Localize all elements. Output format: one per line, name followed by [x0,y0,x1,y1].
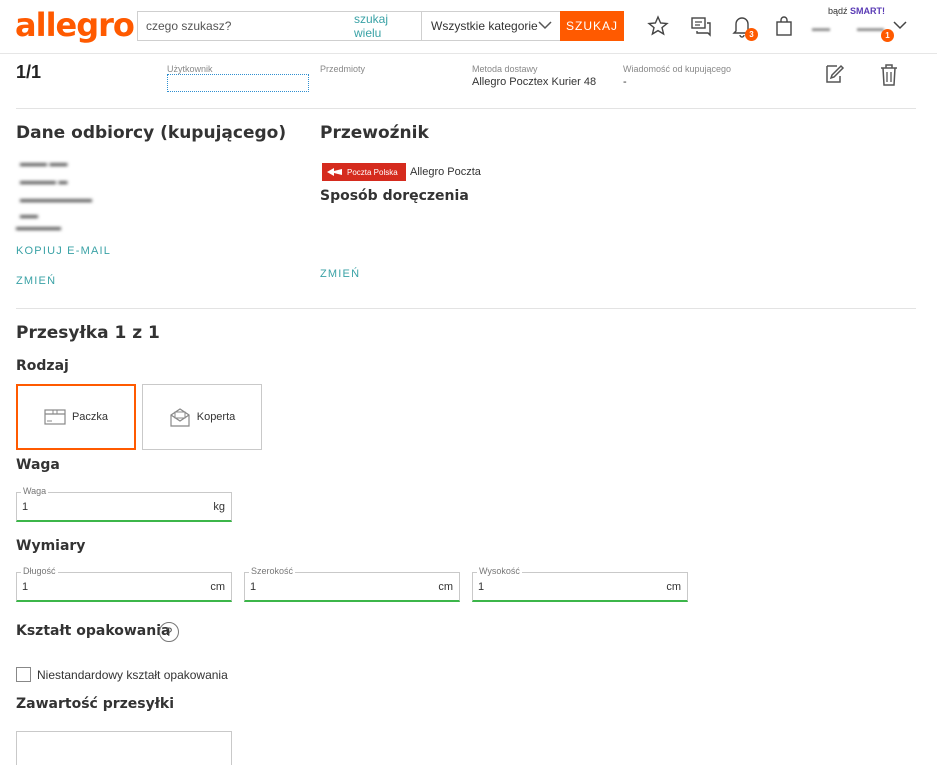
type-title: Rodzaj [16,358,69,374]
height-input[interactable] [478,581,638,593]
buyer-message-label: Wiadomość od kupującego [623,64,732,74]
width-field-label: Szerokość [249,566,296,576]
type-option-koperta[interactable]: Koperta [142,384,262,450]
carrier-title: Przewoźnik [320,123,429,143]
poczta-polska-logo-text: Poczta Polska [347,167,398,177]
recipient-title: Dane odbiorcy (kupującego) [16,123,287,143]
items-label: Przedmioty [320,64,366,74]
buyer-message-value: - [623,76,627,88]
dimensions-title: Wymiary [16,538,86,554]
box-icon [44,409,66,425]
length-unit: cm [210,581,225,593]
copy-email-link[interactable]: KOPIUJ E-MAIL [16,245,111,257]
search-button[interactable]: SZUKAJ [560,11,624,41]
search-bar: szukaj wielu Wszystkie kategorie SZUKAJ [137,11,624,41]
notifications-badge: 3 [745,28,758,41]
chat-icon[interactable] [689,14,713,38]
redacted-text: ▬▬ [20,210,38,220]
user-field[interactable] [167,74,309,92]
delivery-method-title: Sposób doręczenia [320,188,469,204]
weight-unit: kg [213,501,225,513]
allegro-logo[interactable]: allegro [15,6,135,44]
redacted-text: ▬▬▬▬▬ [16,222,61,232]
carrier-name: Allegro Poczta [410,166,481,178]
shape-title: Kształt opakowania [16,623,171,639]
type-option-koperta-label: Koperta [196,411,236,423]
height-field-label: Wysokość [477,566,522,576]
account-name-blurred: ▬▬▬ [857,23,884,33]
change-recipient-link[interactable]: ZMIEŃ [16,275,56,287]
order-counter: 1/1 [16,62,42,82]
divider [16,308,916,309]
change-carrier-link[interactable]: ZMIEŃ [320,268,360,280]
account-badge: 1 [881,29,894,42]
width-input[interactable] [250,581,410,593]
type-option-paczka-label: Paczka [71,411,109,423]
length-field-label: Długość [21,566,58,576]
trash-icon[interactable] [878,63,900,87]
height-field[interactable]: Wysokość cm [472,566,688,602]
weight-field-label: Waga [21,486,49,496]
weight-input[interactable] [22,501,182,513]
chevron-down-icon[interactable] [893,20,907,30]
chevron-down-icon [538,21,552,30]
contents-textarea[interactable] [16,731,232,765]
type-option-paczka[interactable]: Paczka [16,384,136,450]
user-label: Użytkownik [167,64,213,74]
redacted-text: ▬▬▬ ▬▬ [20,158,68,168]
help-icon[interactable]: ? [159,622,179,642]
nonstandard-shape-checkbox[interactable] [16,667,31,682]
length-input[interactable] [22,581,182,593]
divider [16,108,916,109]
category-select[interactable]: Wszystkie kategorie [422,12,560,40]
length-field[interactable]: Długość cm [16,566,232,602]
envelope-icon [170,408,190,427]
category-select-label: Wszystkie kategorie [431,19,538,33]
smart-promo[interactable]: bądź SMART! [828,6,885,16]
shopping-bag-icon[interactable] [772,14,796,38]
search-input[interactable] [138,12,354,40]
redacted-text: ▬▬▬▬ ▬ [20,176,68,186]
redacted-text: ▬▬▬▬▬▬▬▬ [20,194,92,204]
smart-prefix: bądź [828,6,848,16]
contents-title: Zawartość przesyłki [16,696,175,712]
top-bar: allegro szukaj wielu Wszystkie kategorie… [0,0,937,54]
blurred-label: ▬▬ [812,23,830,33]
nonstandard-shape-label[interactable]: Niestandardowy kształt opakowania [37,668,228,682]
horn-icon [327,168,342,176]
weight-field[interactable]: Waga kg [16,486,232,522]
star-icon[interactable] [646,14,670,38]
edit-note-icon[interactable] [823,62,847,86]
search-many-link[interactable]: szukaj wielu [354,12,422,40]
smart-brand: SMART! [850,6,886,16]
delivery-method-label: Metoda dostawy [472,64,538,74]
poczta-polska-logo: Poczta Polska [322,163,406,181]
weight-title: Waga [16,457,60,473]
width-field[interactable]: Szerokość cm [244,566,460,602]
height-unit: cm [666,581,681,593]
delivery-method-value: Allegro Pocztex Kurier 48 [472,76,597,88]
width-unit: cm [438,581,453,593]
shipment-title: Przesyłka 1 z 1 [16,323,160,343]
